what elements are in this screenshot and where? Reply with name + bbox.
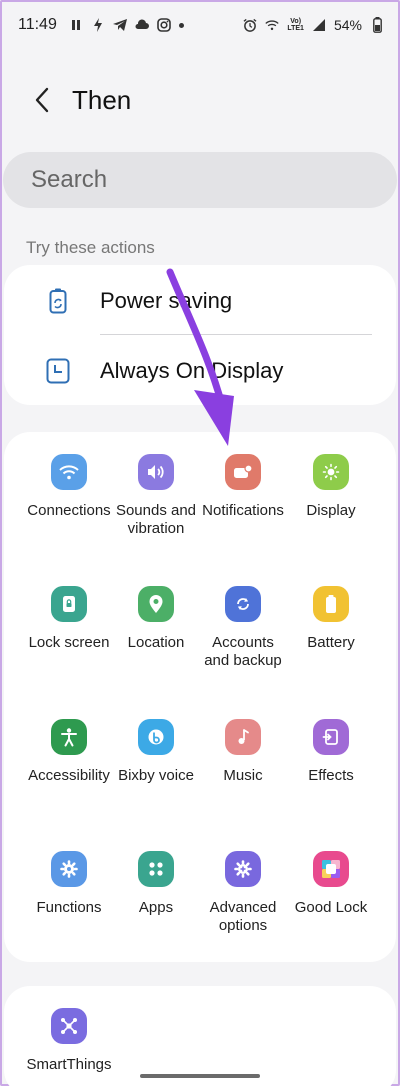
music-note-icon — [225, 719, 261, 755]
tile-label: Lock screen — [28, 634, 110, 651]
section-label-try-actions: Try these actions — [26, 238, 155, 257]
brightness-icon — [313, 454, 349, 490]
sync-icon — [225, 586, 261, 622]
tile-effects[interactable]: Effects — [286, 697, 376, 807]
tile-notifications[interactable]: Notifications — [198, 432, 288, 542]
cloud-icon — [135, 18, 149, 32]
tile-label: Sounds and vibration — [115, 502, 197, 537]
gear-icon — [225, 851, 261, 887]
tile-label: Notifications — [202, 502, 284, 519]
tile-label: Accounts and backup — [204, 634, 282, 669]
instagram-icon — [157, 18, 171, 32]
back-button[interactable] — [20, 78, 64, 122]
tile-label: SmartThings — [26, 1056, 112, 1073]
connected-services-card: SmartThings — [4, 986, 396, 1086]
status-bar-left: 11:49 — [18, 16, 184, 34]
tile-bixby-voice[interactable]: Bixby voice — [111, 697, 201, 807]
action-label: Always On Display — [100, 358, 284, 383]
action-always-on-display[interactable]: Always On Display — [4, 337, 396, 405]
tile-label: Advanced options — [209, 899, 277, 934]
tile-label: Display — [306, 502, 356, 519]
tile-apps[interactable]: Apps — [111, 829, 201, 939]
status-bar-right: Vo) LTE1 54% — [243, 17, 384, 33]
effects-icon — [313, 719, 349, 755]
tile-label: Music — [223, 767, 263, 784]
wifi-icon — [51, 454, 87, 490]
status-bar: 11:49 Vo) LTE1 54% — [0, 0, 400, 50]
tile-display[interactable]: Display — [286, 432, 376, 542]
tile-accounts-and-backup[interactable]: Accounts and backup — [198, 564, 288, 674]
flash-icon — [91, 18, 105, 32]
battery-recycle-icon — [46, 288, 70, 314]
accessibility-icon — [51, 719, 87, 755]
suggested-actions-card: Power saving Always On Display — [4, 265, 396, 405]
actions-divider — [100, 334, 372, 335]
tile-music[interactable]: Music — [198, 697, 288, 807]
volume-icon — [138, 454, 174, 490]
battery-percent: 54% — [333, 17, 362, 33]
signal-icon — [312, 18, 326, 32]
tile-label: Connections — [27, 502, 111, 519]
tile-lock-screen[interactable]: Lock screen — [24, 564, 114, 674]
status-time: 11:49 — [18, 16, 57, 33]
tile-label: Good Lock — [294, 899, 368, 916]
gear-icon — [51, 851, 87, 887]
good-lock-icon — [313, 851, 349, 887]
tile-functions[interactable]: Functions — [24, 829, 114, 939]
tile-label: Battery — [307, 634, 355, 651]
search-input[interactable] — [31, 166, 331, 194]
tile-smartthings[interactable]: SmartThings — [24, 986, 114, 1086]
tile-connections[interactable]: Connections — [24, 432, 114, 542]
wifi-status-icon — [265, 18, 280, 32]
battery-status-icon — [370, 17, 384, 33]
tile-label: Functions — [36, 899, 102, 916]
location-pin-icon — [138, 586, 174, 622]
action-label: Power saving — [100, 288, 233, 313]
lock-icon — [51, 586, 87, 622]
more-notifications-dot-icon — [178, 22, 184, 28]
tile-sounds-and-vibration[interactable]: Sounds and vibration — [111, 432, 201, 542]
tile-good-lock[interactable]: Good Lock — [286, 829, 376, 939]
tile-label: Accessibility — [28, 767, 110, 784]
pause-icon — [69, 18, 83, 32]
page-title: Then — [72, 84, 132, 115]
apps-grid-icon — [138, 851, 174, 887]
notification-icon — [225, 454, 261, 490]
search-bar[interactable] — [3, 152, 397, 208]
tile-label: Apps — [138, 899, 174, 916]
tile-label: Effects — [308, 767, 354, 784]
settings-grid-card: Connections Sounds and vibration Notific… — [4, 432, 396, 962]
volte-indicator: Vo) LTE1 — [287, 18, 304, 32]
alarm-icon — [243, 18, 257, 32]
telegram-icon — [112, 18, 127, 32]
tile-advanced-options[interactable]: Advanced options — [198, 829, 288, 939]
battery-icon — [313, 586, 349, 622]
back-chevron-icon — [35, 87, 49, 113]
tile-location[interactable]: Location — [111, 564, 201, 674]
bixby-icon — [138, 719, 174, 755]
tile-label: Location — [127, 634, 185, 651]
home-indicator[interactable] — [140, 1074, 260, 1078]
smartthings-icon — [51, 1008, 87, 1044]
clock-icon — [46, 358, 70, 384]
tile-accessibility[interactable]: Accessibility — [24, 697, 114, 807]
app-header: Then — [0, 70, 400, 130]
action-power-saving[interactable]: Power saving — [4, 267, 396, 335]
tile-label: Bixby voice — [118, 767, 194, 784]
tile-battery[interactable]: Battery — [286, 564, 376, 674]
